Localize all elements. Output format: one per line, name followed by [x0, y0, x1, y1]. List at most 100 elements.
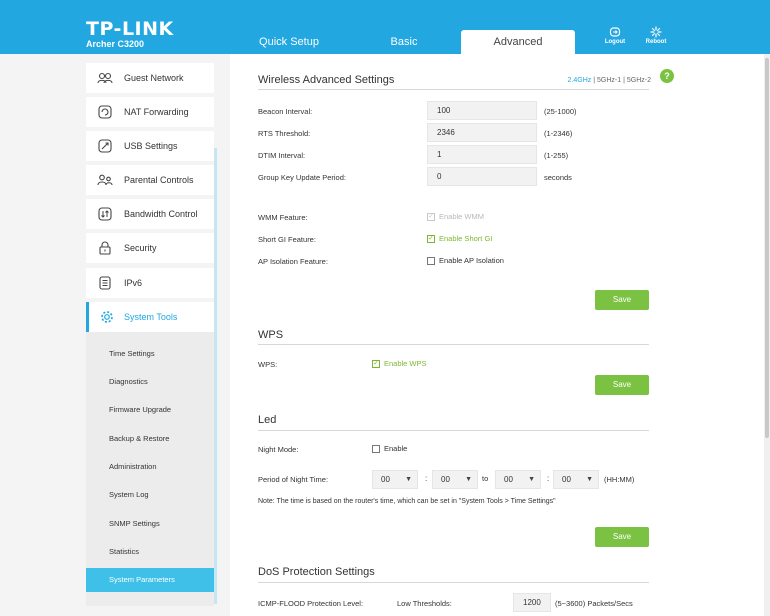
submenu-administration[interactable]: Administration [86, 455, 214, 479]
chevron-down-icon: ▼ [405, 476, 412, 483]
tab-quick-setup[interactable]: Quick Setup [254, 30, 324, 54]
sidebar-scrollbar[interactable] [214, 148, 217, 604]
band-5ghz-2-link[interactable]: 5GHz-2 [627, 77, 651, 84]
wmm-checkbox-label: Enable WMM [439, 212, 485, 221]
sidebar-label: USB Settings [124, 141, 178, 151]
group-key-input[interactable]: 0 [427, 167, 537, 186]
section-divider [258, 430, 649, 431]
wmm-checkbox[interactable]: ✓ Enable WMM [427, 212, 484, 221]
nat-forwarding-icon [86, 105, 124, 119]
group-key-unit: seconds [544, 173, 572, 182]
tab-advanced[interactable]: Advanced [461, 30, 575, 54]
parental-controls-icon [86, 174, 124, 186]
night-period-label: Period of Night Time: [258, 475, 329, 484]
sidebar-label: NAT Forwarding [124, 107, 189, 117]
help-icon[interactable]: ? [660, 69, 674, 83]
main-content: Wireless Advanced Settings 2.4GHz | 5GHz… [230, 54, 764, 616]
wireless-save-button[interactable]: Save [595, 290, 649, 310]
end-minute-select[interactable]: 00 ▼ [553, 470, 599, 489]
chevron-down-icon: ▼ [586, 476, 593, 483]
ap-isolation-label: AP Isolation Feature: [258, 257, 328, 266]
main-scrollbar[interactable] [764, 54, 770, 616]
tab-basic[interactable]: Basic [376, 30, 432, 54]
led-title: Led [258, 414, 277, 426]
ap-isolation-checkbox[interactable]: Enable AP Isolation [427, 256, 504, 265]
logout-button[interactable]: Logout [597, 26, 633, 45]
end-minute-value: 00 [562, 475, 571, 484]
section-divider [258, 89, 649, 90]
main-scrollbar-thumb[interactable] [765, 58, 769, 438]
brand-name: TP-LINK [86, 18, 174, 40]
led-save-button[interactable]: Save [595, 527, 649, 547]
section-divider [258, 344, 649, 345]
band-5ghz-1-link[interactable]: 5GHz-1 [597, 77, 621, 84]
submenu-system-log[interactable]: System Log [86, 483, 214, 507]
wireless-advanced-title: Wireless Advanced Settings [258, 74, 395, 86]
system-tools-submenu: Time Settings Diagnostics Firmware Upgra… [86, 332, 214, 606]
sidebar-item-guest-network[interactable]: Guest Network [86, 63, 214, 93]
sidebar-label: System Tools [124, 312, 178, 322]
submenu-firmware-upgrade[interactable]: Firmware Upgrade [86, 398, 214, 422]
sidebar-label: Parental Controls [124, 175, 194, 185]
end-hour-select[interactable]: 00 ▼ [495, 470, 541, 489]
dtim-interval-input[interactable]: 1 [427, 145, 537, 164]
sidebar-item-nat-forwarding[interactable]: NAT Forwarding [86, 97, 214, 127]
sidebar-item-security[interactable]: Security [86, 233, 214, 263]
checkbox-box: ✓ [427, 212, 435, 221]
reboot-button[interactable]: Reboot [638, 26, 674, 45]
start-minute-select[interactable]: 00 ▼ [432, 470, 478, 489]
sidebar-item-usb-settings[interactable]: USB Settings [86, 131, 214, 161]
checkbox-box [427, 256, 435, 265]
submenu-snmp-settings[interactable]: SNMP Settings [86, 512, 214, 536]
night-mode-note: Note: The time is based on the router's … [258, 498, 556, 505]
night-mode-checkbox[interactable]: Enable [372, 444, 407, 453]
band-separator: | [623, 77, 625, 84]
short-gi-checkbox[interactable]: ✓ Enable Short GI [427, 234, 492, 243]
band-2-4ghz-link[interactable]: 2.4GHz [568, 77, 592, 84]
submenu-system-parameters[interactable]: System Parameters [86, 568, 214, 592]
chevron-down-icon: ▼ [528, 476, 535, 483]
chevron-down-icon: ▼ [465, 476, 472, 483]
guest-network-icon [86, 72, 124, 84]
sidebar-label: Bandwidth Control [124, 209, 198, 219]
sidebar-scrollbar-thumb[interactable] [214, 148, 217, 604]
icmp-flood-label: ICMP-FLOOD Protection Level: [258, 599, 364, 608]
wps-label: WPS: [258, 360, 278, 369]
checkbox-box [372, 444, 380, 453]
submenu-backup-restore[interactable]: Backup & Restore [86, 427, 214, 451]
dtim-interval-label: DTIM Interval: [258, 151, 306, 160]
start-hour-select[interactable]: 00 ▼ [372, 470, 418, 489]
wps-checkbox[interactable]: ✓ Enable WPS [372, 359, 427, 368]
rts-threshold-range: (1-2346) [544, 129, 573, 138]
dos-protection-title: DoS Protection Settings [258, 566, 375, 578]
ap-isolation-checkbox-label: Enable AP Isolation [439, 256, 504, 265]
low-thresholds-input[interactable]: 1200 [513, 593, 551, 612]
rts-threshold-input[interactable]: 2346 [427, 123, 537, 142]
submenu-time-settings[interactable]: Time Settings [86, 342, 214, 366]
submenu-diagnostics[interactable]: Diagnostics [86, 370, 214, 394]
beacon-interval-range: (25-1000) [544, 107, 577, 116]
sidebar-label: Guest Network [124, 73, 184, 83]
to-label: to [482, 474, 489, 483]
band-selector: 2.4GHz | 5GHz-1 | 5GHz-2 [568, 77, 651, 84]
submenu-statistics[interactable]: Statistics [86, 540, 214, 564]
section-divider [258, 582, 649, 583]
low-thresholds-range: (5~3600) Packets/Secs [555, 599, 633, 608]
sidebar-item-system-tools[interactable]: System Tools [86, 302, 214, 332]
logout-icon [609, 27, 621, 37]
sidebar-item-parental-controls[interactable]: Parental Controls [86, 165, 214, 195]
sidebar-item-bandwidth-control[interactable]: Bandwidth Control [86, 199, 214, 229]
gear-icon [89, 310, 124, 324]
time-colon: : [425, 474, 428, 483]
beacon-interval-input[interactable]: 100 [427, 101, 537, 120]
wps-save-button[interactable]: Save [595, 375, 649, 395]
time-format-hint: (HH:MM) [604, 475, 635, 484]
wps-title: WPS [258, 329, 284, 341]
sidebar-item-ipv6[interactable]: IPv6 [86, 268, 214, 298]
sidebar: Guest Network NAT Forwarding USB Setting… [86, 54, 214, 606]
night-mode-label: Night Mode: [258, 445, 299, 454]
end-hour-value: 00 [504, 475, 513, 484]
reboot-label: Reboot [645, 39, 667, 45]
checkbox-box: ✓ [427, 234, 435, 243]
lock-icon [86, 241, 124, 255]
